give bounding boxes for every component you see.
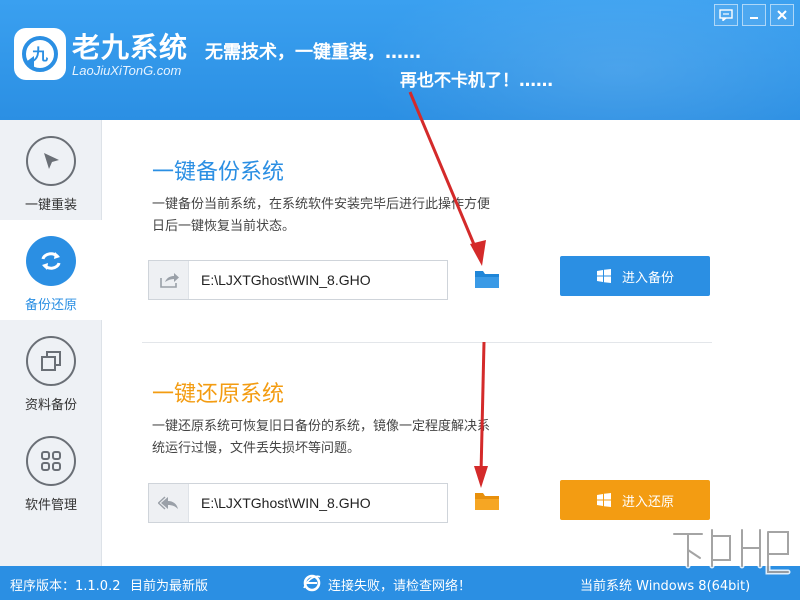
sidebar: 一键重装 备份还原 资料备份 软件管理 [0, 120, 102, 566]
sidebar-item-label: 软件管理 [24, 498, 77, 513]
slogan-line-2: 再也不卡机了！…… [400, 71, 553, 91]
minimize-icon [750, 17, 758, 19]
logo: 九 [14, 28, 66, 80]
windows-logo-icon [596, 493, 611, 507]
main-panel: 一键备份系统 一键备份当前系统，在系统软件安装完毕后进行此操作方便日后一键恢复当… [102, 120, 800, 566]
sidebar-item-label: 备份还原 [24, 298, 77, 313]
windows-logo-icon [596, 269, 611, 283]
backup-title: 一键备份系统 [152, 160, 285, 185]
app-header: 九 老九系统 LaoJiuXiTonG.com 无需技术，一键重装，…… 再也不… [0, 0, 800, 120]
ie-icon [302, 573, 322, 597]
sidebar-item-backup-restore[interactable]: 备份还原 [0, 220, 102, 320]
copy-squares-icon [41, 351, 61, 371]
enter-backup-button[interactable]: 进入备份 [560, 256, 710, 296]
close-button[interactable] [770, 4, 794, 26]
folder-icon [475, 493, 499, 510]
restore-title: 一键还原系统 [152, 382, 285, 407]
app-name: 老九系统 [72, 31, 189, 64]
status-bar: 程序版本：1.1.0.2 目前为最新版 连接失败，请检查网络！ 当前系统 Win… [0, 566, 800, 600]
folder-icon [475, 271, 499, 288]
sidebar-item-software-manager[interactable]: 软件管理 [0, 420, 102, 520]
sidebar-item-label: 资料备份 [24, 398, 77, 413]
chat-button[interactable] [714, 4, 738, 26]
share-arrow-icon [159, 273, 179, 288]
sidebar-item-label: 一键重装 [24, 198, 77, 213]
enter-backup-label: 进入备份 [621, 270, 674, 286]
app-url: LaoJiuXiTonG.com [72, 63, 182, 78]
grid-dots-icon [41, 451, 61, 471]
update-status-text: 目前为最新版 [130, 579, 209, 594]
chat-icon [719, 9, 733, 21]
restore-path-field[interactable]: E:\LJXTGhost\WIN_8.GHO [148, 483, 448, 523]
backup-folder-button[interactable] [474, 268, 500, 290]
logo-icon: 九 [22, 36, 58, 72]
network-status-text: 连接失败，请检查网络！ [328, 579, 472, 594]
backup-path-value: E:\LJXTGhost\WIN_8.GHO [201, 272, 371, 288]
minimize-button[interactable] [742, 4, 766, 26]
window-controls [714, 4, 794, 26]
svg-text:九: 九 [31, 45, 48, 64]
close-icon [777, 10, 787, 20]
backup-path-field[interactable]: E:\LJXTGhost\WIN_8.GHO [148, 260, 448, 300]
restore-description: 一键还原系统可恢复旧日备份的系统，镜像一定程度解决系统运行过慢，文件丢失损坏等问… [152, 419, 491, 456]
enter-restore-label: 进入还原 [621, 494, 674, 510]
slogan-line-1: 无需技术，一键重装，…… [205, 42, 421, 63]
restore-path-value: E:\LJXTGhost\WIN_8.GHO [201, 495, 371, 511]
sidebar-item-one-key-reinstall[interactable]: 一键重装 [0, 120, 102, 220]
sidebar-item-data-backup[interactable]: 资料备份 [0, 320, 102, 420]
restore-folder-button[interactable] [474, 490, 500, 512]
enter-restore-button[interactable]: 进入还原 [560, 480, 710, 520]
backup-description: 一键备份当前系统，在系统软件安装完毕后进行此操作方便日后一键恢复当前状态。 [152, 197, 491, 234]
current-system-text: 当前系统 Windows 8(64bit) [580, 579, 751, 594]
reply-all-icon [157, 496, 178, 510]
section-divider [142, 342, 712, 343]
version-text: 程序版本：1.1.0.2 [10, 579, 121, 594]
refresh-arrows-icon [41, 252, 61, 270]
cursor-arrow-icon [44, 153, 59, 169]
